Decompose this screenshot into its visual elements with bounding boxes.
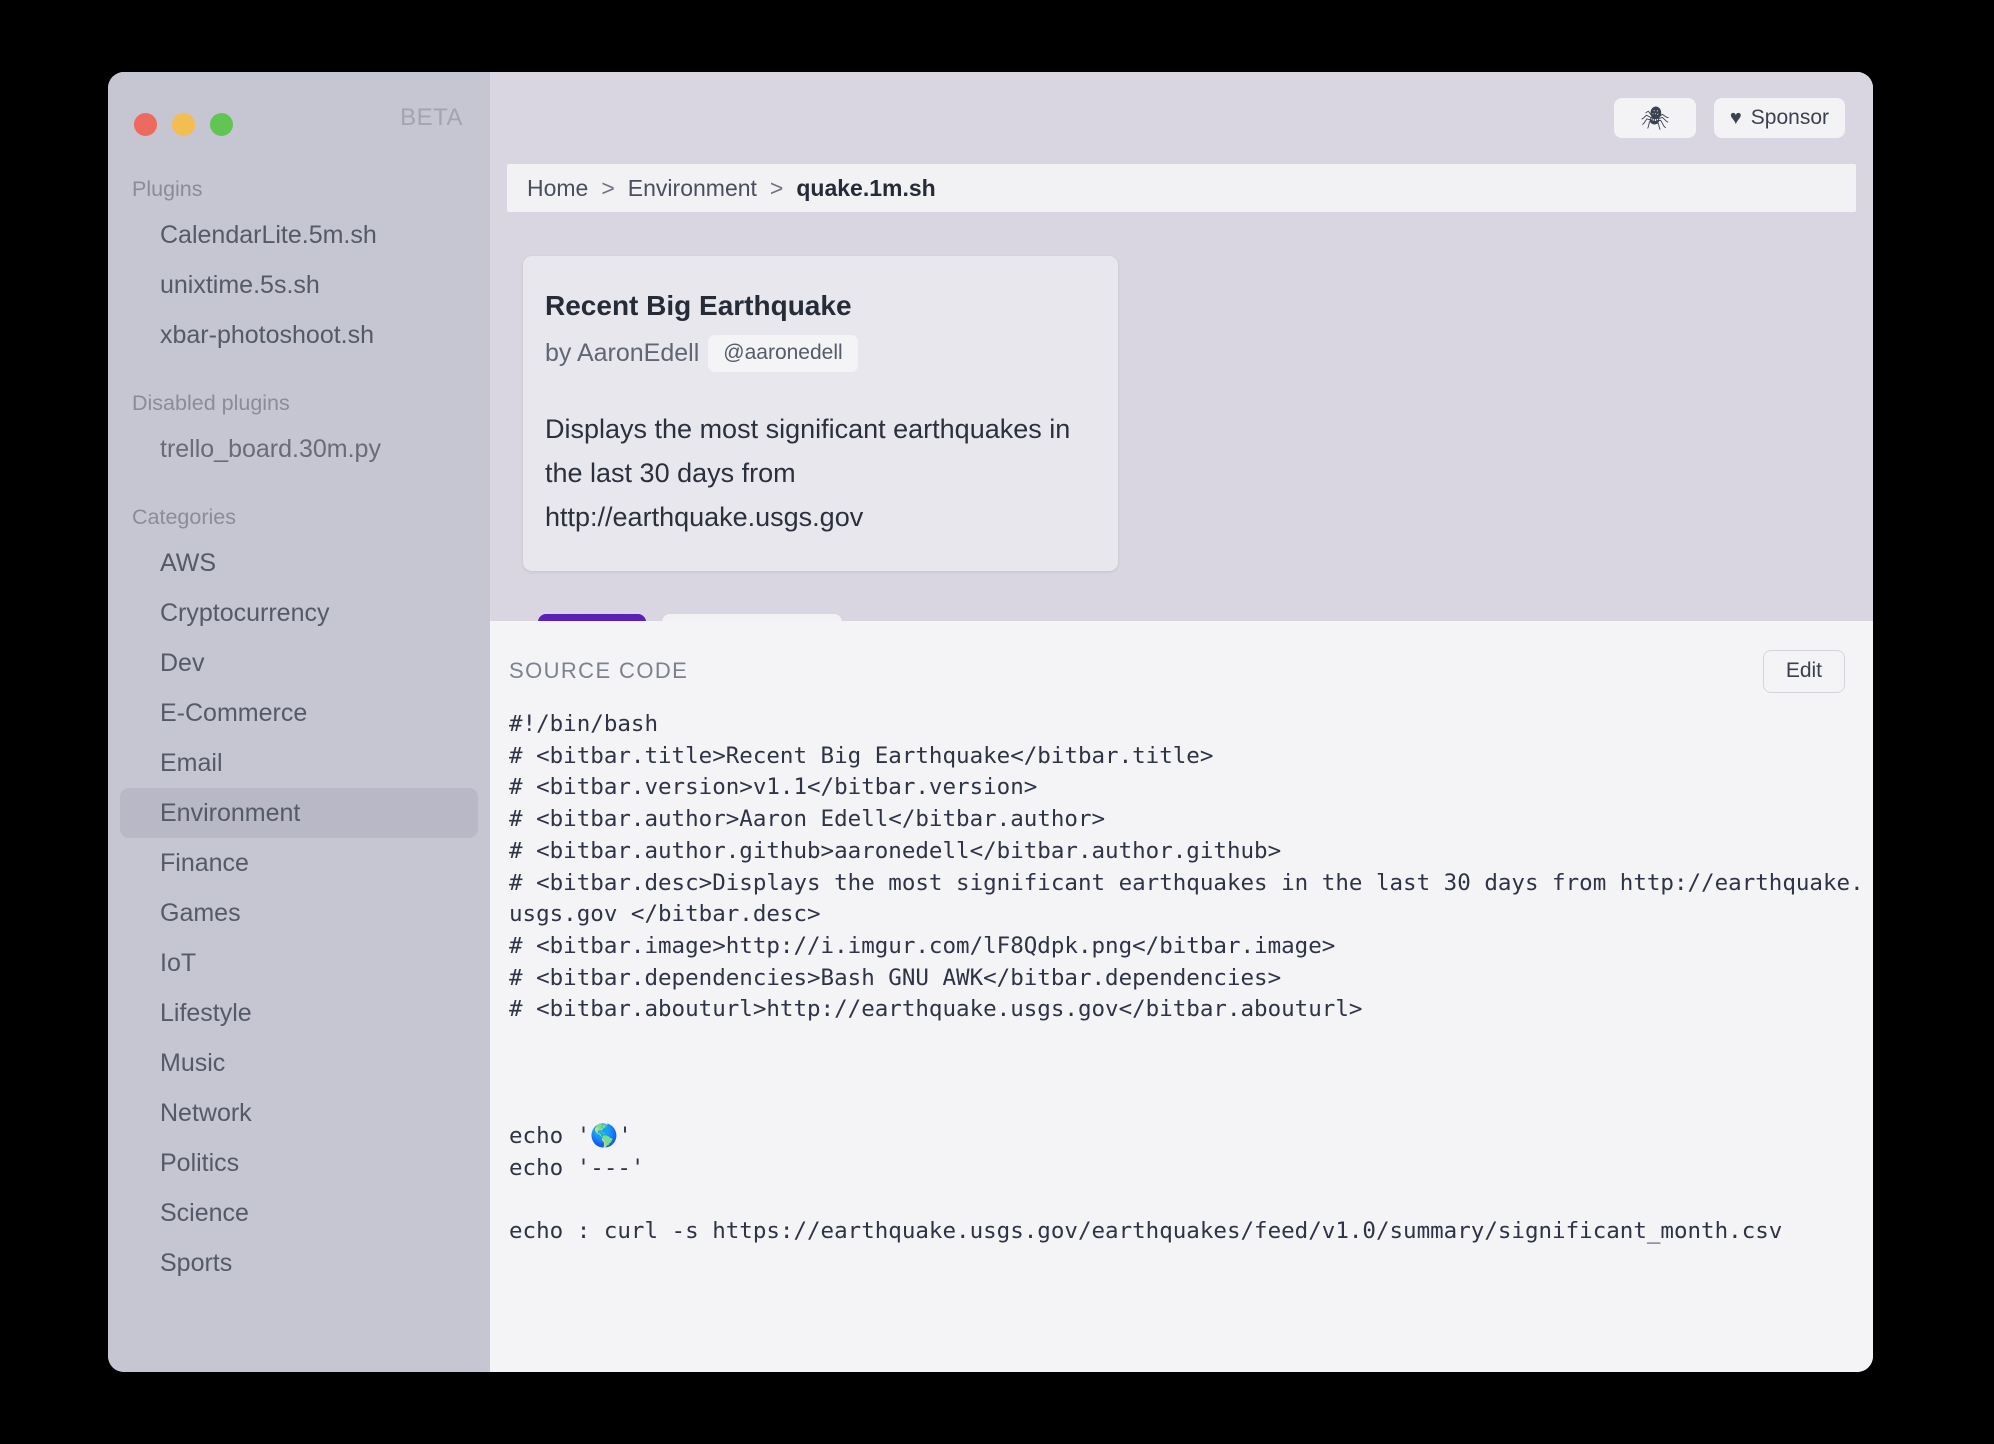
sidebar-item-science[interactable]: Science bbox=[120, 1188, 478, 1238]
sidebar-item-network[interactable]: Network bbox=[120, 1088, 478, 1138]
beta-badge: BETA bbox=[400, 104, 463, 131]
source-code-label: SOURCE CODE bbox=[509, 658, 689, 683]
sponsor-button[interactable]: ♥ Sponsor bbox=[1713, 98, 1845, 138]
spider-icon-button[interactable]: 🕷 bbox=[1613, 98, 1696, 138]
sidebar: BETA Plugins CalendarLite.5m.sh unixtime… bbox=[108, 72, 490, 1372]
breadcrumb: Home > Environment > quake.1m.sh bbox=[507, 164, 1856, 212]
breadcrumb-separator-2: > bbox=[769, 174, 784, 201]
source-code-text[interactable]: #!/bin/bash # <bitbar.title>Recent Big E… bbox=[490, 709, 1873, 1248]
sidebar-group-categories: Categories AWS Cryptocurrency Dev E-Comm… bbox=[108, 502, 490, 1288]
source-code-header: SOURCE CODE Edit bbox=[490, 649, 1873, 693]
sidebar-item-sports[interactable]: Sports bbox=[120, 1238, 478, 1288]
sidebar-item-aws[interactable]: AWS bbox=[120, 538, 478, 588]
sidebar-group-label-categories: Categories bbox=[132, 505, 236, 529]
sidebar-item-unixtime[interactable]: unixtime.5s.sh bbox=[120, 260, 478, 310]
edit-button[interactable]: Edit bbox=[1762, 649, 1845, 693]
close-button[interactable] bbox=[134, 112, 157, 136]
sidebar-item-lifestyle[interactable]: Lifestyle bbox=[120, 988, 478, 1038]
zoom-button[interactable] bbox=[210, 112, 233, 136]
app-window: BETA Plugins CalendarLite.5m.sh unixtime… bbox=[108, 72, 1873, 1372]
breadcrumb-current: quake.1m.sh bbox=[796, 174, 936, 201]
sidebar-item-iot[interactable]: IoT bbox=[120, 938, 478, 988]
breadcrumb-home[interactable]: Home bbox=[527, 175, 588, 202]
sidebar-group-label-plugins: Plugins bbox=[132, 177, 203, 201]
spider-icon: 🕷 bbox=[1640, 104, 1670, 131]
main-content: 🕷 ♥ Sponsor Home > Environment > quake.1… bbox=[490, 72, 1873, 1372]
top-toolbar: 🕷 ♥ Sponsor bbox=[490, 72, 1873, 164]
plugin-detail-section: Recent Big Earthquake by AaronEdell @aar… bbox=[490, 212, 1873, 664]
plugin-description: Displays the most significant earthquake… bbox=[545, 414, 1071, 532]
plugin-author: by AaronEdell bbox=[545, 339, 700, 367]
heart-icon: ♥ bbox=[1729, 107, 1742, 129]
sidebar-item-trello-board[interactable]: trello_board.30m.py bbox=[120, 424, 478, 474]
sidebar-item-cryptocurrency[interactable]: Cryptocurrency bbox=[120, 588, 478, 638]
sidebar-item-games[interactable]: Games bbox=[120, 888, 478, 938]
sidebar-group-disabled-plugins: Disabled plugins trello_board.30m.py bbox=[108, 388, 490, 474]
author-handle-chip[interactable]: @aaronedell bbox=[708, 335, 858, 372]
sidebar-item-e-commerce[interactable]: E-Commerce bbox=[120, 688, 478, 738]
sponsor-button-label: Sponsor bbox=[1750, 106, 1829, 129]
breadcrumb-separator-1: > bbox=[601, 174, 615, 201]
sidebar-item-music[interactable]: Music bbox=[120, 1038, 478, 1088]
plugin-title: Recent Big Earthquake bbox=[545, 290, 852, 321]
sidebar-item-environment[interactable]: Environment bbox=[120, 788, 478, 838]
sidebar-item-politics[interactable]: Politics bbox=[120, 1138, 478, 1188]
plugin-byline: by AaronEdell @aaronedell bbox=[545, 335, 1092, 372]
sidebar-item-xbar-photoshoot[interactable]: xbar-photoshoot.sh bbox=[120, 310, 478, 360]
sidebar-item-dev[interactable]: Dev bbox=[120, 638, 478, 688]
sidebar-group-plugins: Plugins CalendarLite.5m.sh unixtime.5s.s… bbox=[108, 174, 490, 360]
breadcrumb-environment[interactable]: Environment bbox=[628, 175, 757, 202]
plugin-info-card: Recent Big Earthquake by AaronEdell @aar… bbox=[523, 256, 1118, 571]
sidebar-item-finance[interactable]: Finance bbox=[120, 838, 478, 888]
minimize-button[interactable] bbox=[172, 112, 195, 136]
sidebar-group-label-disabled: Disabled plugins bbox=[132, 391, 290, 415]
sidebar-item-email[interactable]: Email bbox=[120, 738, 478, 788]
source-code-panel: SOURCE CODE Edit #!/bin/bash # <bitbar.t… bbox=[490, 621, 1873, 1372]
sidebar-item-calendarlite[interactable]: CalendarLite.5m.sh bbox=[120, 210, 478, 260]
